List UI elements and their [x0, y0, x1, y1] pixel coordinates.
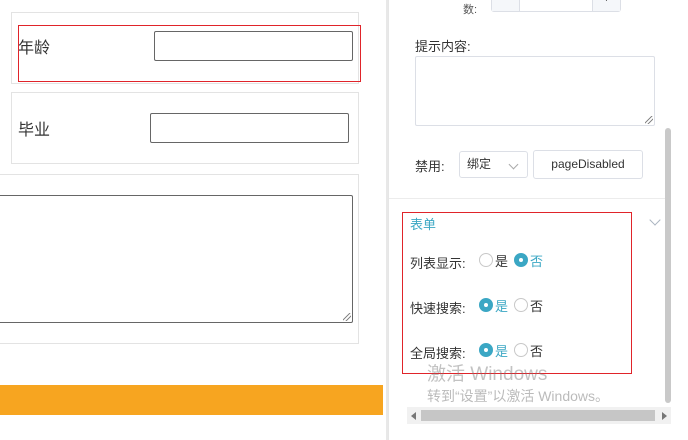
- hint-content-textarea[interactable]: [415, 56, 655, 126]
- disabled-binding-button[interactable]: pageDisabled: [533, 150, 643, 179]
- disable-label: 禁用:: [415, 159, 445, 174]
- panel-horizontal-scrollbar[interactable]: [407, 407, 671, 424]
- activate-windows-hint: 转到“设置”以激活 Windows。: [427, 388, 610, 404]
- graduation-input[interactable]: [150, 113, 349, 143]
- graduation-field-card[interactable]: 毕业: [11, 92, 359, 164]
- bind-select[interactable]: 绑定: [459, 151, 528, 178]
- textarea-field-card[interactable]: [0, 174, 359, 344]
- increment-button[interactable]: +: [592, 0, 620, 11]
- chevron-down-icon: [508, 159, 519, 170]
- properties-panel: 数: − 0 + 提示内容: 禁用: 绑定 pageDisabled 表单 列表…: [388, 0, 688, 440]
- textarea-input[interactable]: [0, 195, 353, 323]
- scroll-right-icon[interactable]: [662, 412, 667, 420]
- selected-field-outline: [18, 25, 361, 82]
- stepper-value[interactable]: 0: [520, 0, 592, 5]
- decrement-button[interactable]: −: [492, 0, 520, 11]
- activate-windows-watermark: 激活 Windows: [427, 364, 548, 385]
- resize-grip-icon[interactable]: [343, 313, 351, 321]
- hint-content-label: 提示内容:: [415, 39, 471, 54]
- orange-footer-bar: [0, 385, 383, 415]
- number-stepper[interactable]: − 0 +: [491, 0, 621, 12]
- bind-select-value: 绑定: [467, 157, 492, 171]
- divider: [389, 198, 669, 199]
- scroll-left-icon[interactable]: [411, 412, 416, 420]
- form-design-canvas: 年龄 毕业: [0, 0, 386, 440]
- chevron-down-icon[interactable]: [649, 214, 661, 226]
- resize-grip-icon[interactable]: [645, 116, 653, 124]
- graduation-field-label: 毕业: [18, 122, 51, 139]
- horizontal-scroll-thumb[interactable]: [421, 410, 655, 421]
- form-section-highlight: [402, 212, 632, 374]
- panel-scrollbar-thumb[interactable]: [665, 128, 671, 403]
- number-label: 数:: [463, 4, 478, 16]
